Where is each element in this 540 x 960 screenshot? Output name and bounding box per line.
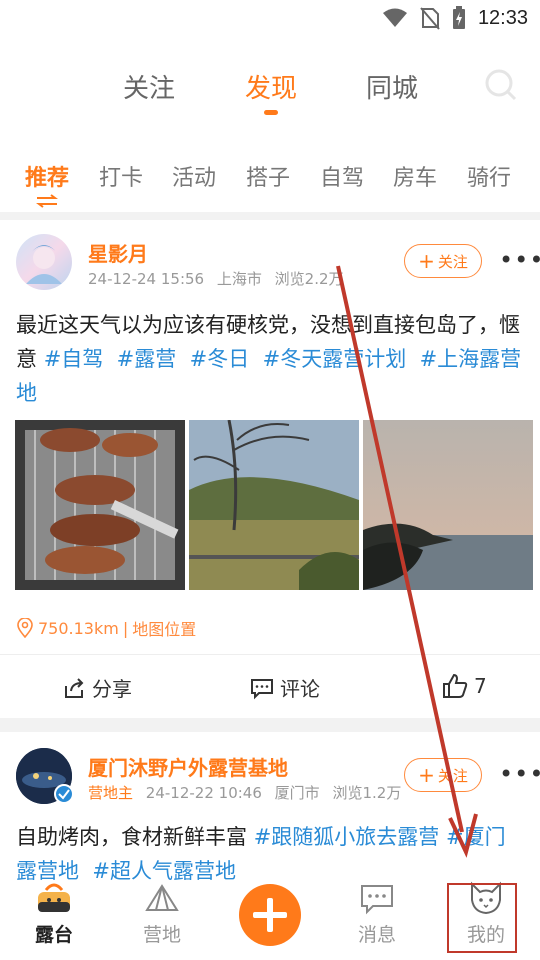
post-views: 浏览2.2万	[274, 270, 344, 288]
subtab-rv[interactable]: 房车	[393, 160, 437, 192]
avatar[interactable]	[16, 234, 72, 290]
like-count: 7	[474, 674, 487, 698]
avatar-image	[26, 245, 62, 284]
section-divider	[0, 212, 540, 220]
hashtag[interactable]: #露营	[117, 347, 177, 371]
post-city: 上海市	[216, 270, 262, 288]
status-bar: 12:33	[0, 0, 540, 36]
tab-same-city[interactable]: 同城	[366, 68, 418, 105]
comment-button[interactable]: 评论	[250, 673, 320, 702]
message-icon	[361, 885, 393, 915]
photo-grid	[15, 420, 533, 590]
subtab-checkin[interactable]: 打卡	[99, 160, 143, 192]
more-options-icon[interactable]: •••	[499, 246, 540, 274]
tent-icon	[145, 884, 179, 911]
post-card: 星影月 24-12-24 15:56 上海市 浏览2.2万 + 关注 ••• 最近…	[0, 220, 540, 718]
nav-campsite[interactable]: 营地	[112, 880, 212, 960]
subtab-cycling[interactable]: 骑行	[467, 160, 511, 192]
subtab-self-drive[interactable]: 自驾	[320, 160, 364, 192]
hashtag[interactable]: #跟随狐小旅去露营	[254, 825, 440, 849]
plus-icon: +	[418, 763, 435, 787]
post-divider	[0, 718, 540, 732]
subtab-recommend[interactable]: 推荐	[25, 160, 69, 192]
hashtag[interactable]: #自驾	[44, 347, 104, 371]
top-nav: 关注 发现 同城	[0, 62, 540, 118]
search-icon[interactable]	[484, 68, 518, 102]
follow-button[interactable]: + 关注	[404, 244, 482, 278]
distance: 750.13km	[38, 618, 119, 638]
photo-sea[interactable]	[363, 420, 533, 590]
follow-button[interactable]: + 关注	[404, 758, 482, 792]
battery-charging-icon	[452, 6, 465, 29]
location-pin-icon	[17, 618, 33, 638]
terrace-icon	[38, 883, 70, 912]
post-meta: 24-12-24 15:56 上海市 浏览2.2万	[88, 268, 352, 289]
photo-bbq[interactable]	[15, 420, 185, 590]
username[interactable]: 厦门沐野户外露营基地	[88, 752, 288, 781]
photo-field[interactable]	[189, 420, 359, 590]
camp-owner-badge: 营地主	[88, 784, 134, 802]
sub-tabs: 推荐 打卡 活动 搭子 自驾 房车 骑行	[0, 154, 540, 208]
create-post-button[interactable]	[239, 884, 301, 946]
post-actions: 分享 评论 7	[0, 654, 540, 719]
clock: 12:33	[477, 6, 528, 29]
subtab-activity[interactable]: 活动	[172, 160, 216, 192]
highlight-box	[447, 883, 517, 953]
post-views: 浏览1.2万	[332, 784, 402, 802]
post-meta: 营地主 24-12-22 10:46 厦门市 浏览1.2万	[88, 782, 409, 803]
share-icon	[65, 677, 84, 698]
plus-icon	[253, 898, 287, 932]
post-text: 自助烤肉，食材新鲜丰富 #跟随狐小旅去露营 #厦门露营地 #超人气露营地	[16, 825, 506, 882]
location-row: 750.13km | 地图位置	[16, 616, 196, 640]
subtab-partner[interactable]: 搭子	[246, 160, 290, 192]
post-date: 24-12-22 10:46	[145, 784, 262, 802]
plus-icon: +	[418, 249, 435, 273]
post-text: 最近这天气以为应该有硬核党，没想到直接包岛了，惬意 #自驾 #露营 #冬日 #冬…	[16, 313, 522, 405]
map-location-link[interactable]: 地图位置	[132, 616, 196, 640]
tab-follow[interactable]: 关注	[123, 68, 175, 105]
nav-messages[interactable]: 消息	[327, 880, 427, 960]
post-city: 厦门市	[274, 784, 320, 802]
separator: |	[122, 618, 129, 638]
hashtag[interactable]: #超人气露营地	[92, 859, 236, 882]
tab-discover[interactable]: 发现	[245, 68, 297, 105]
hashtag[interactable]: #冬日	[190, 347, 250, 371]
tab-active-indicator	[264, 110, 278, 115]
username[interactable]: 星影月	[88, 238, 148, 267]
hashtag[interactable]: #冬天露营计划	[263, 347, 407, 371]
swap-arrows-icon	[36, 194, 58, 208]
thumbs-up-icon	[443, 673, 468, 698]
post-date: 24-12-24 15:56	[88, 270, 205, 288]
more-options-icon[interactable]: •••	[499, 760, 540, 788]
like-button[interactable]: 7	[442, 673, 487, 699]
share-button[interactable]: 分享	[62, 673, 132, 702]
nav-terrace[interactable]: 露台	[4, 880, 104, 960]
no-sim-icon	[420, 7, 440, 30]
comment-icon	[251, 678, 273, 699]
verified-icon	[54, 784, 74, 804]
wifi-icon	[382, 8, 407, 27]
post-card: 厦门沐野户外露营基地 营地主 24-12-22 10:46 厦门市 浏览1.2万…	[0, 732, 540, 882]
